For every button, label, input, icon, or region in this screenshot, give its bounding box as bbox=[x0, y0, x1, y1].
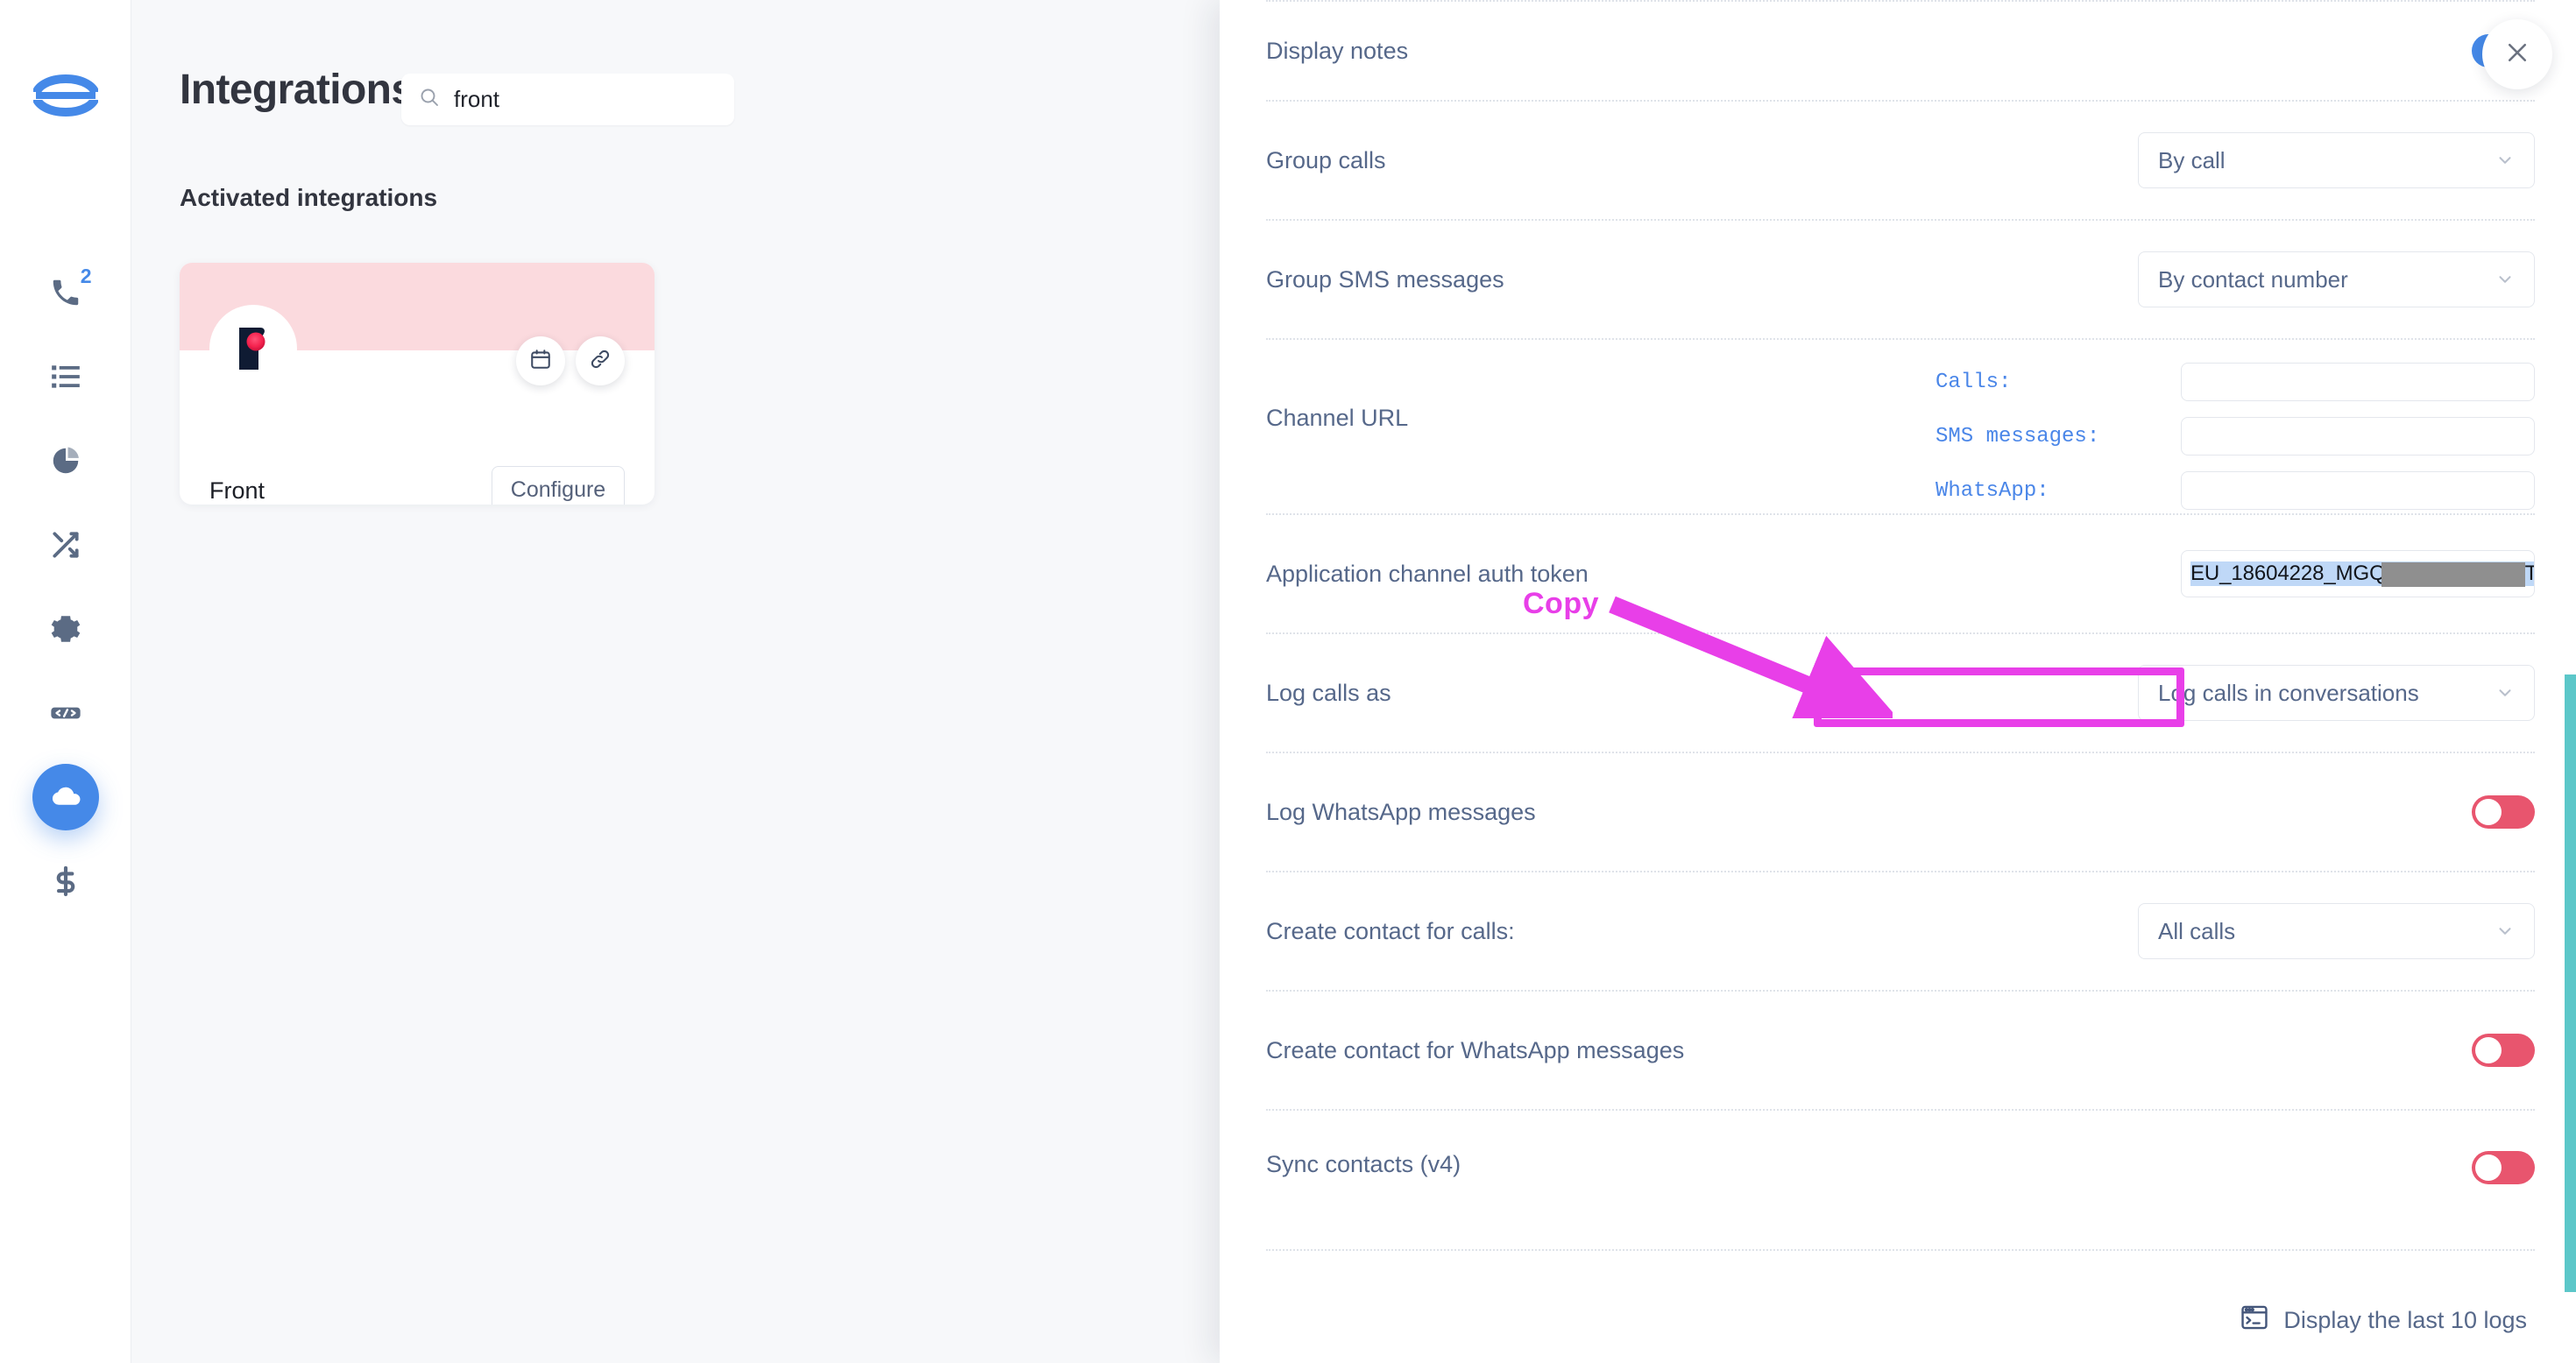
settings-rows: Display notes Group calls By call Group … bbox=[1266, 0, 2535, 1251]
channel-url-calls-input[interactable] bbox=[2181, 363, 2535, 401]
sidebar: 2 bbox=[0, 0, 131, 1363]
row-label: Create contact for WhatsApp messages bbox=[1266, 1036, 1685, 1063]
card-title: Front bbox=[209, 477, 265, 504]
sidebar-item-lists[interactable] bbox=[32, 343, 99, 410]
phone-icon bbox=[49, 276, 82, 309]
calendar-icon bbox=[529, 348, 552, 375]
front-logo-icon bbox=[209, 305, 297, 392]
sidebar-item-integrations[interactable] bbox=[32, 764, 99, 830]
row-label: Log WhatsApp messages bbox=[1266, 798, 1536, 825]
setting-row-application-channel-auth-token: Application channel auth token EU_186042… bbox=[1266, 515, 2535, 634]
setting-row-group-calls: Group calls By call bbox=[1266, 102, 2535, 221]
close-icon bbox=[2504, 39, 2530, 70]
row-label: Group SMS messages bbox=[1266, 265, 1504, 293]
group-sms-messages-select-value: By contact number bbox=[2158, 265, 2348, 293]
app-logo[interactable] bbox=[32, 63, 98, 128]
chevron-down-icon bbox=[2495, 922, 2515, 941]
sidebar-item-routing[interactable] bbox=[32, 512, 99, 578]
pie-chart-icon bbox=[49, 444, 82, 477]
log-calls-as-select-value: Log calls in conversations bbox=[2158, 679, 2419, 706]
row-label: Group calls bbox=[1266, 146, 1386, 173]
setting-row-create-contact-for-whatsapp-messages: Create contact for WhatsApp messages bbox=[1266, 992, 2535, 1111]
setting-row-create-contact-for-calls: Create contact for calls: All calls bbox=[1266, 872, 2535, 992]
row-label: Application channel auth token bbox=[1266, 560, 1589, 587]
setting-row-sync-contacts-v4: Sync contacts (v4) bbox=[1266, 1111, 2535, 1251]
display-logs-label: Display the last 10 logs bbox=[2283, 1307, 2527, 1333]
sidebar-item-stats[interactable] bbox=[32, 427, 99, 494]
channel-url-whatsapp: WhatsApp: bbox=[1936, 471, 2535, 510]
create-contact-for-calls-select-value: All calls bbox=[2158, 917, 2236, 944]
log-calls-as-select[interactable]: Log calls in conversations bbox=[2138, 665, 2535, 721]
annotation-label: Copy bbox=[1523, 587, 1599, 620]
create-contact-for-calls-select[interactable]: All calls bbox=[2138, 903, 2535, 959]
row-label: Log calls as bbox=[1266, 679, 1391, 706]
shuffle-icon bbox=[49, 528, 82, 561]
sidebar-items: 2 bbox=[32, 259, 99, 915]
channel-url-whatsapp-label: WhatsApp: bbox=[1936, 478, 2049, 503]
calendar-icon-button[interactable] bbox=[516, 336, 565, 385]
integration-card-front[interactable]: Front Configure bbox=[180, 263, 655, 505]
gear-icon bbox=[49, 612, 82, 646]
auth-token-input[interactable]: EU_18604228_MGQxM2ExYWU4NTlj bbox=[2181, 550, 2535, 597]
app-root: 2 Integrations front Activated integrati… bbox=[0, 0, 2576, 1363]
search-box[interactable] bbox=[401, 74, 747, 125]
setting-row-channel-url: Channel URL Calls: SMS messages: WhatsAp… bbox=[1266, 340, 2535, 515]
channel-url-sms-label: SMS messages: bbox=[1936, 424, 2100, 448]
create-contact-for-whatsapp-messages-toggle[interactable] bbox=[2472, 1034, 2535, 1067]
group-calls-select-value: By call bbox=[2158, 146, 2226, 173]
setting-row-display-notes: Display notes bbox=[1266, 0, 2535, 102]
group-sms-messages-select[interactable]: By contact number bbox=[2138, 251, 2535, 307]
row-label: Sync contacts (v4) bbox=[1266, 1151, 1461, 1177]
channel-url-calls-label: Calls: bbox=[1936, 370, 2012, 394]
sidebar-item-developer[interactable] bbox=[32, 680, 99, 746]
group-calls-select[interactable]: By call bbox=[2138, 132, 2535, 188]
search-icon bbox=[419, 87, 440, 112]
display-logs-link[interactable]: Display the last 10 logs bbox=[2240, 1303, 2527, 1338]
chevron-down-icon bbox=[2495, 683, 2515, 703]
log-whatsapp-messages-toggle[interactable] bbox=[2472, 795, 2535, 829]
link-icon bbox=[589, 348, 612, 375]
dollar-icon bbox=[49, 865, 82, 898]
channel-url-sms-input[interactable] bbox=[2181, 417, 2535, 456]
channel-url-calls: Calls: bbox=[1936, 363, 2535, 401]
setting-row-group-sms-messages: Group SMS messages By contact number bbox=[1266, 221, 2535, 340]
row-label: Create contact for calls: bbox=[1266, 917, 1515, 944]
configure-button[interactable]: Configure bbox=[492, 466, 625, 505]
page-scrollbar[interactable] bbox=[2565, 674, 2576, 1292]
list-icon bbox=[49, 360, 82, 393]
channel-url-sms: SMS messages: bbox=[1936, 417, 2535, 456]
auth-token-redaction bbox=[2381, 562, 2525, 587]
integrations-page: Integrations Activated integrations bbox=[131, 0, 1220, 1363]
page-title: Integrations bbox=[180, 67, 414, 113]
section-title: Activated integrations bbox=[180, 184, 438, 211]
cloud-icon bbox=[49, 780, 82, 814]
link-icon-button[interactable] bbox=[576, 336, 625, 385]
code-icon bbox=[49, 696, 82, 730]
setting-row-log-calls-as: Log calls as Log calls in conversations bbox=[1266, 634, 2535, 753]
row-label: Display notes bbox=[1266, 37, 1409, 64]
sync-contacts-v4-toggle[interactable] bbox=[2472, 1151, 2535, 1184]
sidebar-item-calls-badge: 2 bbox=[80, 265, 92, 287]
search-input[interactable] bbox=[454, 86, 747, 113]
sidebar-item-billing[interactable] bbox=[32, 848, 99, 915]
terminal-icon bbox=[2240, 1303, 2269, 1338]
chevron-down-icon bbox=[2495, 151, 2515, 170]
setting-row-log-whatsapp-messages: Log WhatsApp messages bbox=[1266, 753, 2535, 872]
channel-url-whatsapp-input[interactable] bbox=[2181, 471, 2535, 510]
row-label: Channel URL bbox=[1266, 405, 1409, 431]
sidebar-item-calls[interactable]: 2 bbox=[32, 259, 99, 326]
chevron-down-icon bbox=[2495, 270, 2515, 289]
sidebar-item-settings[interactable] bbox=[32, 596, 99, 662]
close-drawer-button[interactable] bbox=[2482, 19, 2552, 89]
